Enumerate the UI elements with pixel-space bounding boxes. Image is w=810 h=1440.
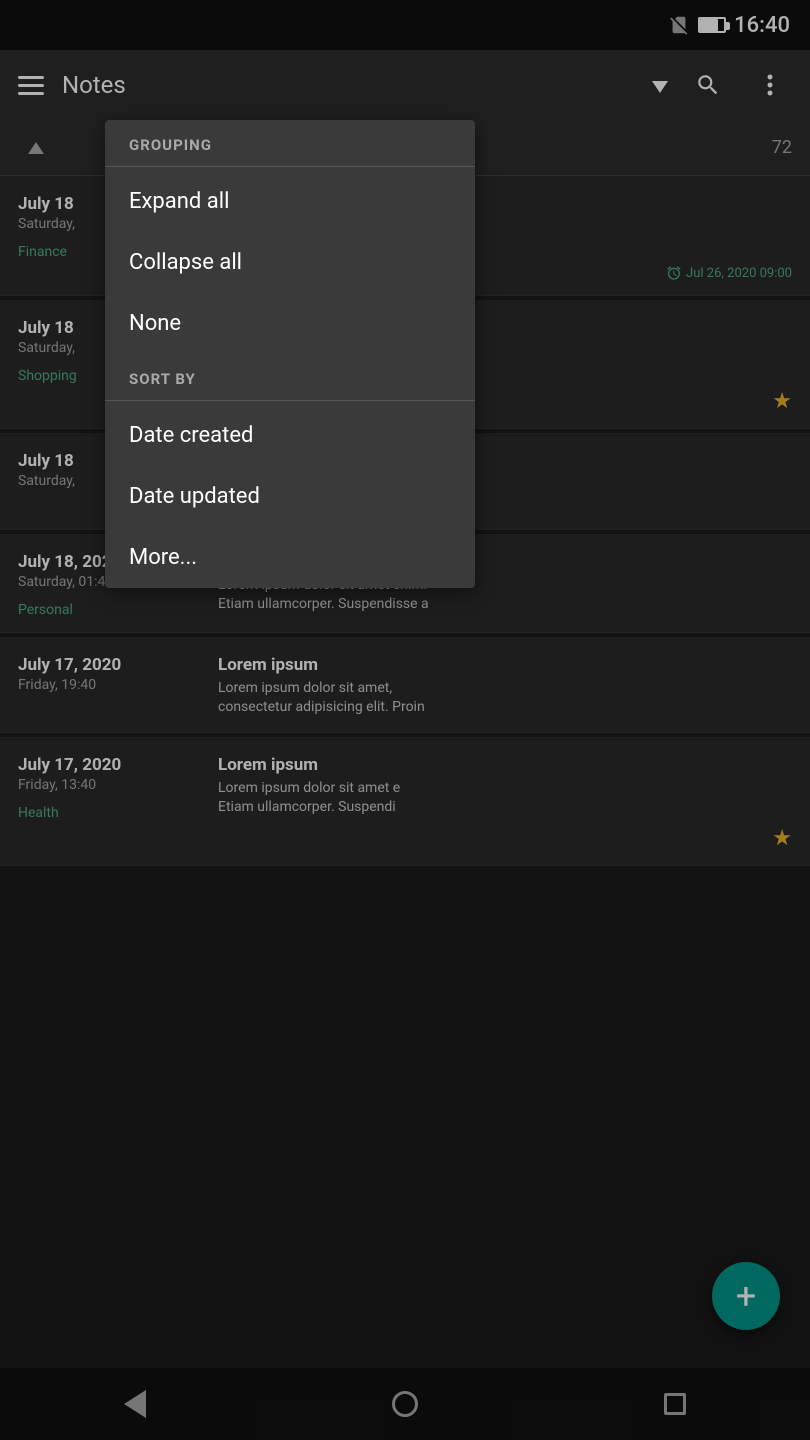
collapse-all-item[interactable]: Collapse all	[105, 232, 475, 293]
expand-all-item[interactable]: Expand all	[105, 171, 475, 232]
none-item[interactable]: None	[105, 293, 475, 354]
more-item[interactable]: More...	[105, 527, 475, 588]
sort-by-section-title: SORT BY	[105, 354, 475, 396]
date-created-item[interactable]: Date created	[105, 405, 475, 466]
grouping-section-title: GROUPING	[105, 120, 475, 162]
dropdown-menu: GROUPING Expand all Collapse all None SO…	[105, 120, 475, 588]
divider	[105, 166, 475, 167]
divider	[105, 400, 475, 401]
date-updated-item[interactable]: Date updated	[105, 466, 475, 527]
